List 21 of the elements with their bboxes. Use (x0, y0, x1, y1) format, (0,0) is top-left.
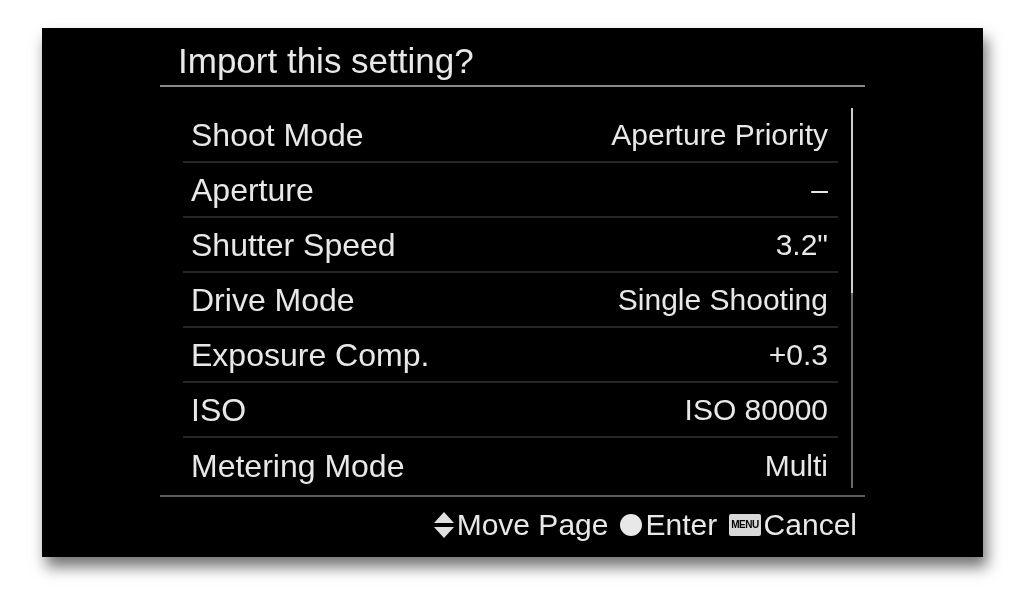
setting-label: Aperture (191, 170, 314, 209)
setting-label: Metering Mode (191, 446, 405, 485)
setting-value: Multi (764, 447, 828, 484)
setting-value: +0.3 (768, 336, 828, 373)
hint-label: Move Page (456, 507, 609, 543)
dialog-title: Import this setting? (178, 41, 474, 81)
setting-label: Shutter Speed (191, 225, 396, 264)
setting-value: Single Shooting (617, 281, 828, 318)
setting-label: Shoot Mode (191, 115, 364, 154)
hint-label: Cancel (763, 507, 857, 543)
menu-key-icon: MENU (729, 514, 761, 536)
dot-icon (620, 514, 643, 536)
setting-label: Drive Mode (191, 280, 355, 319)
up-down-arrows-icon (433, 512, 454, 538)
hint-label: Enter (645, 507, 718, 543)
setting-value: Aperture Priority (611, 116, 828, 153)
setting-label: Exposure Comp. (191, 335, 430, 374)
setting-value: ISO 80000 (684, 391, 828, 428)
setting-value: – (811, 171, 828, 208)
setting-label: ISO (191, 390, 247, 429)
setting-value: 3.2" (775, 226, 828, 263)
